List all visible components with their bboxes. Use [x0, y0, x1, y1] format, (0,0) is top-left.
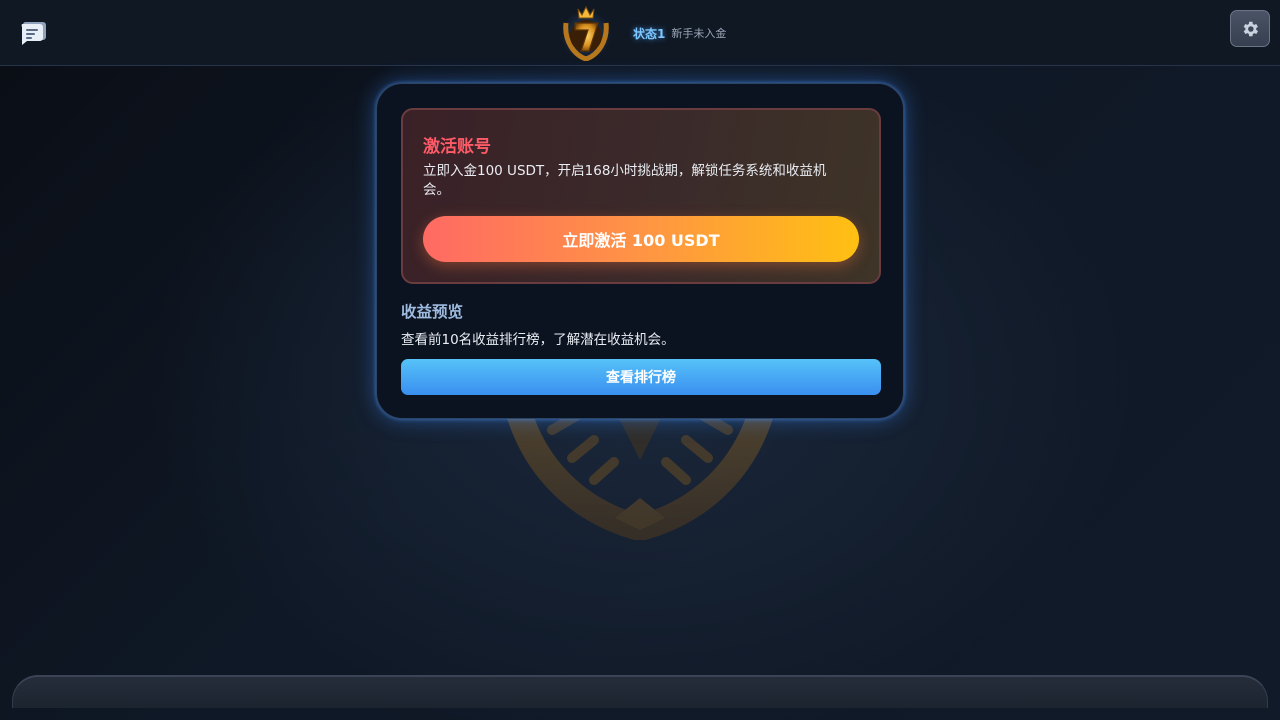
activate-title: 激活账号 [423, 137, 491, 157]
status-level: 状态1 [633, 26, 666, 41]
activate-button[interactable]: 立即激活 100 USDT [423, 216, 859, 262]
app-screen: 状态1 新手未入金 激活账号 立即入金100 USDT，开启168小时挑战期，解… [0, 0, 1280, 720]
lucky-seven-logo-icon [561, 5, 611, 61]
view-leaderboard-button[interactable]: 查看排行榜 [401, 359, 881, 395]
top-bar: 状态1 新手未入金 [0, 0, 1280, 66]
chat-button[interactable] [19, 19, 47, 47]
bottom-panel [12, 675, 1268, 708]
activate-account-panel: 激活账号 立即入金100 USDT，开启168小时挑战期，解锁任务系统和收益机会… [401, 108, 881, 284]
user-status: 状态1 新手未入金 [633, 25, 726, 41]
activate-description: 立即入金100 USDT，开启168小时挑战期，解锁任务系统和收益机会。 [423, 163, 827, 198]
status-description: 新手未入金 [671, 27, 727, 40]
settings-button[interactable] [1230, 10, 1270, 47]
gear-icon [1243, 21, 1258, 36]
chat-bubble-icon [21, 22, 46, 45]
earnings-preview-title: 收益预览 [401, 303, 464, 321]
main-card: 激活账号 立即入金100 USDT，开启168小时挑战期，解锁任务系统和收益机会… [376, 83, 904, 419]
earnings-preview-description: 查看前10名收益排行榜，了解潜在收益机会。 [401, 332, 675, 348]
